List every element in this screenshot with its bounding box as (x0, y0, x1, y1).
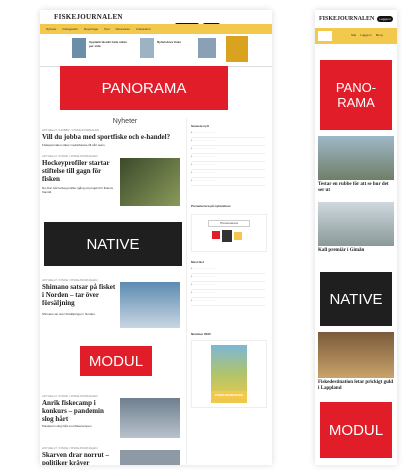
sidebar-heading: Mest läst (191, 260, 204, 264)
list-item[interactable]: • · · · · · · · · · · · · · (191, 282, 265, 290)
list-item[interactable]: • · · · · · · · · · · · · · (191, 266, 265, 274)
mobile-modul-label: MODUL (328, 421, 384, 439)
desktop-nav: Nyheter Fiskeguider Reportage Test Resev… (46, 27, 151, 31)
list-item[interactable]: • · · · · · · · · · · · · · (191, 162, 265, 170)
desktop-logo[interactable]: FISKEJOURNALEN (54, 13, 123, 21)
modul-label: MODUL (88, 352, 144, 370)
sidebar-heading: Prenumerera på nyhetsbrev (191, 204, 231, 208)
menu-icon[interactable]: Meny (376, 33, 383, 37)
article-kicker: AKTUELLT / FISKE / FISKEJOURNALEN (42, 446, 98, 450)
desktop-mockup: FISKEJOURNALEN Prenumerera Logga in ● ● … (40, 10, 272, 465)
mobile-nav: Sök Logga in Meny (351, 33, 383, 37)
mobile-panorama-ad[interactable]: PANO- RAMA (320, 60, 392, 130)
article-image[interactable] (120, 282, 180, 328)
modul-ad[interactable]: MODUL (80, 346, 152, 376)
mobile-nav-bar: Sök Logga in Meny (315, 28, 397, 44)
list-item[interactable]: • · · · · · · · · · · · · · (191, 146, 265, 154)
mobile-article-title[interactable]: Testar en rubbe för att se hur det ser u… (318, 182, 394, 194)
list-item[interactable]: • · · · · · · · · · · · · · (191, 298, 265, 306)
featured-thumb-3[interactable] (198, 38, 216, 58)
magazine-cover-title: FISKEJOURNALEN (211, 391, 247, 399)
mobile-native-label: NATIVE (329, 290, 383, 308)
article-title[interactable]: Shimano satsar på fisket i Norden – tar … (42, 283, 117, 307)
nav-item-test[interactable]: Test (104, 27, 110, 31)
newsletter-image (222, 230, 232, 242)
panorama-ad[interactable]: PANORAMA (60, 66, 228, 110)
list-item[interactable]: • · · · · · · · · · · · · · (191, 130, 265, 138)
native-label: NATIVE (86, 235, 140, 253)
mobile-panorama-label: PANO- RAMA (335, 80, 377, 110)
sidebar: Senaste nytt • · · · · · · · · · · · · ·… (186, 118, 269, 465)
nav-item-nyheter[interactable]: Nyheter (46, 27, 57, 31)
section-title: Nyheter (112, 118, 138, 125)
mobile-article-title[interactable]: Fiskedestination letar prickigt guld i L… (318, 380, 394, 392)
article-title[interactable]: Hockeyprofiler startar stiftelse till ga… (42, 159, 117, 183)
native-ad[interactable]: NATIVE (44, 222, 182, 266)
nav-item-resevaner[interactable]: Reseväner (116, 27, 131, 31)
most-read-list: • · · · · · · · · · · · · · • · · · · · … (191, 266, 265, 306)
mobile-modul-ad[interactable]: MODUL (320, 402, 392, 458)
mobile-logo[interactable]: FISKEJOURNALEN (319, 16, 374, 22)
newsletter-image (234, 232, 242, 240)
mobile-nav-thumb[interactable] (318, 31, 332, 41)
user-icon[interactable]: Logga in (360, 33, 372, 37)
article-title[interactable]: Anrik fiskecamp i konkurs – pandemin slo… (42, 399, 117, 423)
article-teaser: Fiskejournalen söker medarbetare till vå… (42, 143, 106, 147)
mobile-article-title[interactable]: Kall premiär i Gimån (318, 248, 394, 254)
featured-headline-2[interactable]: Nyhetsbrev fiske (157, 40, 192, 44)
article-kicker: AKTUELLT / FISKE / FISKEJOURNALEN (42, 394, 98, 398)
featured-headline-1[interactable]: Upptäck läsvärt hela sidan per sida (89, 40, 129, 48)
article-image[interactable] (120, 450, 180, 465)
sidebar-heading: Senaste nytt (191, 124, 209, 128)
desktop-top-bar: FISKEJOURNALEN Prenumerera Logga in ● ● … (40, 10, 272, 28)
nav-item-fiskekartor[interactable]: Fiskekartor (136, 27, 151, 31)
mobile-article-image[interactable] (318, 136, 394, 180)
list-item[interactable]: • · · · · · · · · · · · · · (191, 154, 265, 162)
featured-thumb-2[interactable] (140, 38, 154, 58)
article-kicker: AKTUELLT / HOBBY / FISKEJOURNALEN (42, 128, 100, 132)
newsletter-button[interactable]: Prenumerera (208, 220, 250, 227)
panorama-label: PANORAMA (101, 79, 187, 97)
mobile-article-image[interactable] (318, 332, 394, 378)
search-icon[interactable]: Sök (351, 33, 356, 37)
mobile-login-button[interactable]: Logga in (377, 16, 393, 22)
article-teaser: Shimano tar över försäljningen i Norden. (42, 312, 96, 316)
nav-item-fiskeguider[interactable]: Fiskeguider (63, 27, 79, 31)
featured-thumb-1[interactable] (72, 38, 86, 58)
newsletter-image (212, 231, 220, 239)
magazine-cover[interactable]: FISKEJOURNALEN (211, 345, 247, 403)
nav-item-reportage[interactable]: Reportage (84, 27, 98, 31)
article-teaser: Nu drar två hockeyprofiler igång ett pro… (42, 186, 114, 194)
mobile-native-ad[interactable]: NATIVE (320, 272, 392, 326)
desktop-nav-bar: Nyheter Fiskeguider Reportage Test Resev… (40, 24, 272, 34)
article-kicker: AKTUELLT / FISKE / FISKEJOURNALEN (42, 154, 98, 158)
article-teaser: Pandemin slog hårt mot fiskecampen. (42, 424, 93, 428)
sidebar-heading: Nummer 2020 (191, 332, 211, 336)
article-image[interactable] (120, 398, 180, 438)
list-item[interactable]: • · · · · · · · · · · · · · (191, 274, 265, 282)
list-item[interactable]: • · · · · · · · · · · · · · (191, 170, 265, 178)
article-image[interactable] (120, 158, 180, 206)
mobile-article-image[interactable] (318, 202, 394, 246)
latest-news-list: • · · · · · · · · · · · · · • · · · · · … (191, 130, 265, 186)
newsletter-box: Prenumerera (191, 214, 267, 252)
featured-strip: Upptäck läsvärt hela sidan per sida Nyhe… (40, 34, 272, 66)
article-title[interactable]: Vill du jobba med sportfiske och e-hande… (42, 133, 182, 141)
list-item[interactable]: • · · · · · · · · · · · · · (191, 290, 265, 298)
article-title[interactable]: Skarven drar norrut – politiker kräver (42, 451, 117, 465)
list-item[interactable]: • · · · · · · · · · · · · · (191, 178, 265, 186)
list-item[interactable]: • · · · · · · · · · · · · · (191, 138, 265, 146)
article-kicker: AKTUELLT / FISKE / FISKEJOURNALEN (42, 278, 98, 282)
mobile-mockup: FISKEJOURNALEN Logga in Sök Logga in Men… (315, 10, 397, 465)
magazine-box: FISKEJOURNALEN (191, 340, 267, 408)
magazine-cover-small[interactable] (226, 36, 248, 62)
